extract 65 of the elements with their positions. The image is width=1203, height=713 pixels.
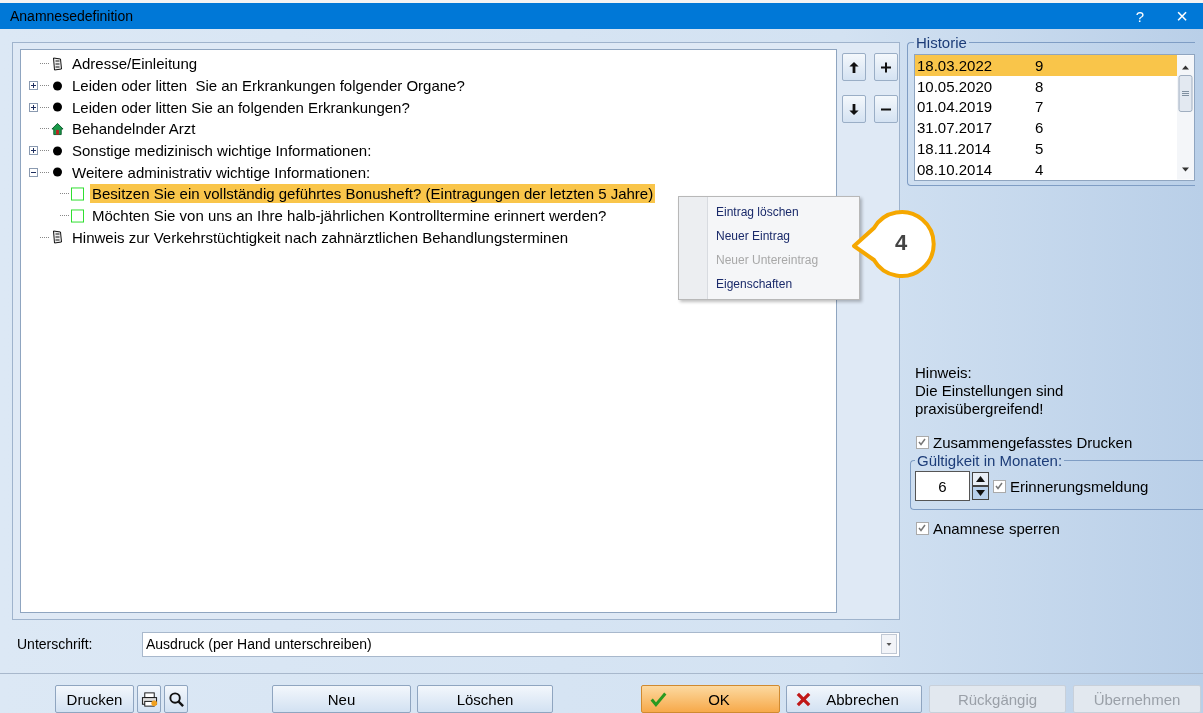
cross-icon bbox=[795, 690, 812, 708]
tree-item[interactable]: Hinweis zur Verkehrstüchtigkeit nach zahnärztlichen Behandlungsterminen bbox=[70, 227, 571, 247]
checkbox-label: Zusammengefasstes Drucken bbox=[933, 434, 1133, 451]
history-row[interactable]: 18.11.2014 5 bbox=[915, 138, 1177, 159]
months-field[interactable]: 6 bbox=[915, 471, 970, 501]
expand-toggle[interactable] bbox=[29, 146, 38, 156]
print-button[interactable] bbox=[137, 685, 161, 713]
tree-item[interactable]: Besitzen Sie ein vollständig geführtes Bonusheft? (Eintragungen der letzten 5 Jahre) bbox=[90, 184, 656, 204]
menu-item[interactable]: Eintrag löschen bbox=[679, 200, 859, 224]
history-row[interactable]: 01.04.2019 7 bbox=[915, 96, 1177, 118]
action-button[interactable]: Neu bbox=[272, 685, 411, 713]
help-button[interactable]: ? bbox=[1119, 7, 1161, 25]
document-icon bbox=[51, 230, 64, 245]
arrow-up-icon bbox=[848, 60, 860, 74]
bullet-icon bbox=[51, 100, 64, 115]
note-text: Die Einstellungen sind praxisübergreifend! bbox=[915, 382, 1065, 418]
add-button[interactable] bbox=[874, 53, 898, 81]
expand-toggle[interactable] bbox=[29, 81, 38, 91]
action-button[interactable]: Drucken bbox=[55, 685, 134, 713]
house-icon bbox=[51, 121, 64, 136]
checkbox-label: Anamnese sperren bbox=[933, 520, 1060, 537]
tree-item[interactable]: Leiden oder litten Sie an Erkrankungen folgender Organe? bbox=[70, 76, 467, 96]
checkbox[interactable] bbox=[916, 436, 929, 449]
remove-button[interactable] bbox=[874, 95, 898, 123]
tree-item[interactable]: Adresse/Einleitung bbox=[70, 54, 200, 74]
group-title: Historie bbox=[915, 34, 968, 51]
search-icon bbox=[167, 690, 185, 708]
move-down-button[interactable] bbox=[842, 95, 866, 123]
plus-icon bbox=[880, 60, 892, 74]
close-button[interactable]: × bbox=[1161, 4, 1203, 28]
tree-item[interactable]: Möchten Sie von uns an Ihre halb-jährlichen Kontrolltermine erinnert werden? bbox=[90, 206, 609, 226]
history-row[interactable]: 31.07.2017 6 bbox=[915, 117, 1177, 139]
arrow-down-icon bbox=[848, 102, 860, 116]
document-icon bbox=[51, 56, 64, 71]
tree-item[interactable]: Leiden oder litten Sie an folgenden Erkrankungen? bbox=[70, 97, 412, 117]
expand-toggle[interactable] bbox=[29, 102, 38, 112]
action-button[interactable]: Löschen bbox=[417, 685, 553, 713]
checkbox[interactable] bbox=[993, 479, 1006, 493]
group-title: Gültigkeit in Monaten: bbox=[916, 452, 1064, 469]
tree-item[interactable]: Behandelnder Arzt bbox=[70, 119, 198, 139]
move-up-button[interactable] bbox=[842, 53, 866, 81]
note-heading: Hinweis: bbox=[915, 364, 973, 382]
cancel-button[interactable]: Abbrechen bbox=[786, 685, 922, 713]
tree-item[interactable]: Weitere administrativ wichtige Informationen: bbox=[70, 162, 373, 182]
window-title: Anamnesedefinition bbox=[10, 8, 134, 24]
field-label: Unterschrift: bbox=[17, 636, 94, 652]
checkbox-label: Erinnerungsmeldung bbox=[1010, 477, 1149, 495]
checkbox[interactable] bbox=[916, 522, 929, 535]
history-row[interactable]: 08.10.2014 4 bbox=[915, 159, 1177, 180]
ok-button[interactable]: OK bbox=[641, 685, 780, 713]
bullet-icon bbox=[51, 165, 64, 180]
menu-item[interactable]: Neuer Eintrag bbox=[679, 224, 859, 248]
history-row[interactable]: 10.05.2020 8 bbox=[915, 75, 1177, 97]
menu-item[interactable]: Eigenschaften bbox=[679, 272, 859, 296]
printer-icon bbox=[140, 690, 158, 708]
spinner-arrows[interactable] bbox=[972, 472, 989, 500]
signature-dropdown[interactable]: Ausdruck (per Hand unterschreiben) bbox=[142, 631, 900, 657]
expand-toggle[interactable] bbox=[29, 167, 38, 177]
checkmark-icon bbox=[650, 690, 667, 708]
scrollbar[interactable] bbox=[1177, 55, 1194, 180]
history-row[interactable]: 18.03.2022 9 bbox=[915, 55, 1177, 76]
preview-button[interactable] bbox=[164, 685, 188, 713]
checkbox[interactable] bbox=[71, 186, 84, 201]
checkbox[interactable] bbox=[71, 208, 84, 223]
tree-item[interactable]: Sonstige medizinisch wichtige Informationen: bbox=[70, 141, 374, 161]
